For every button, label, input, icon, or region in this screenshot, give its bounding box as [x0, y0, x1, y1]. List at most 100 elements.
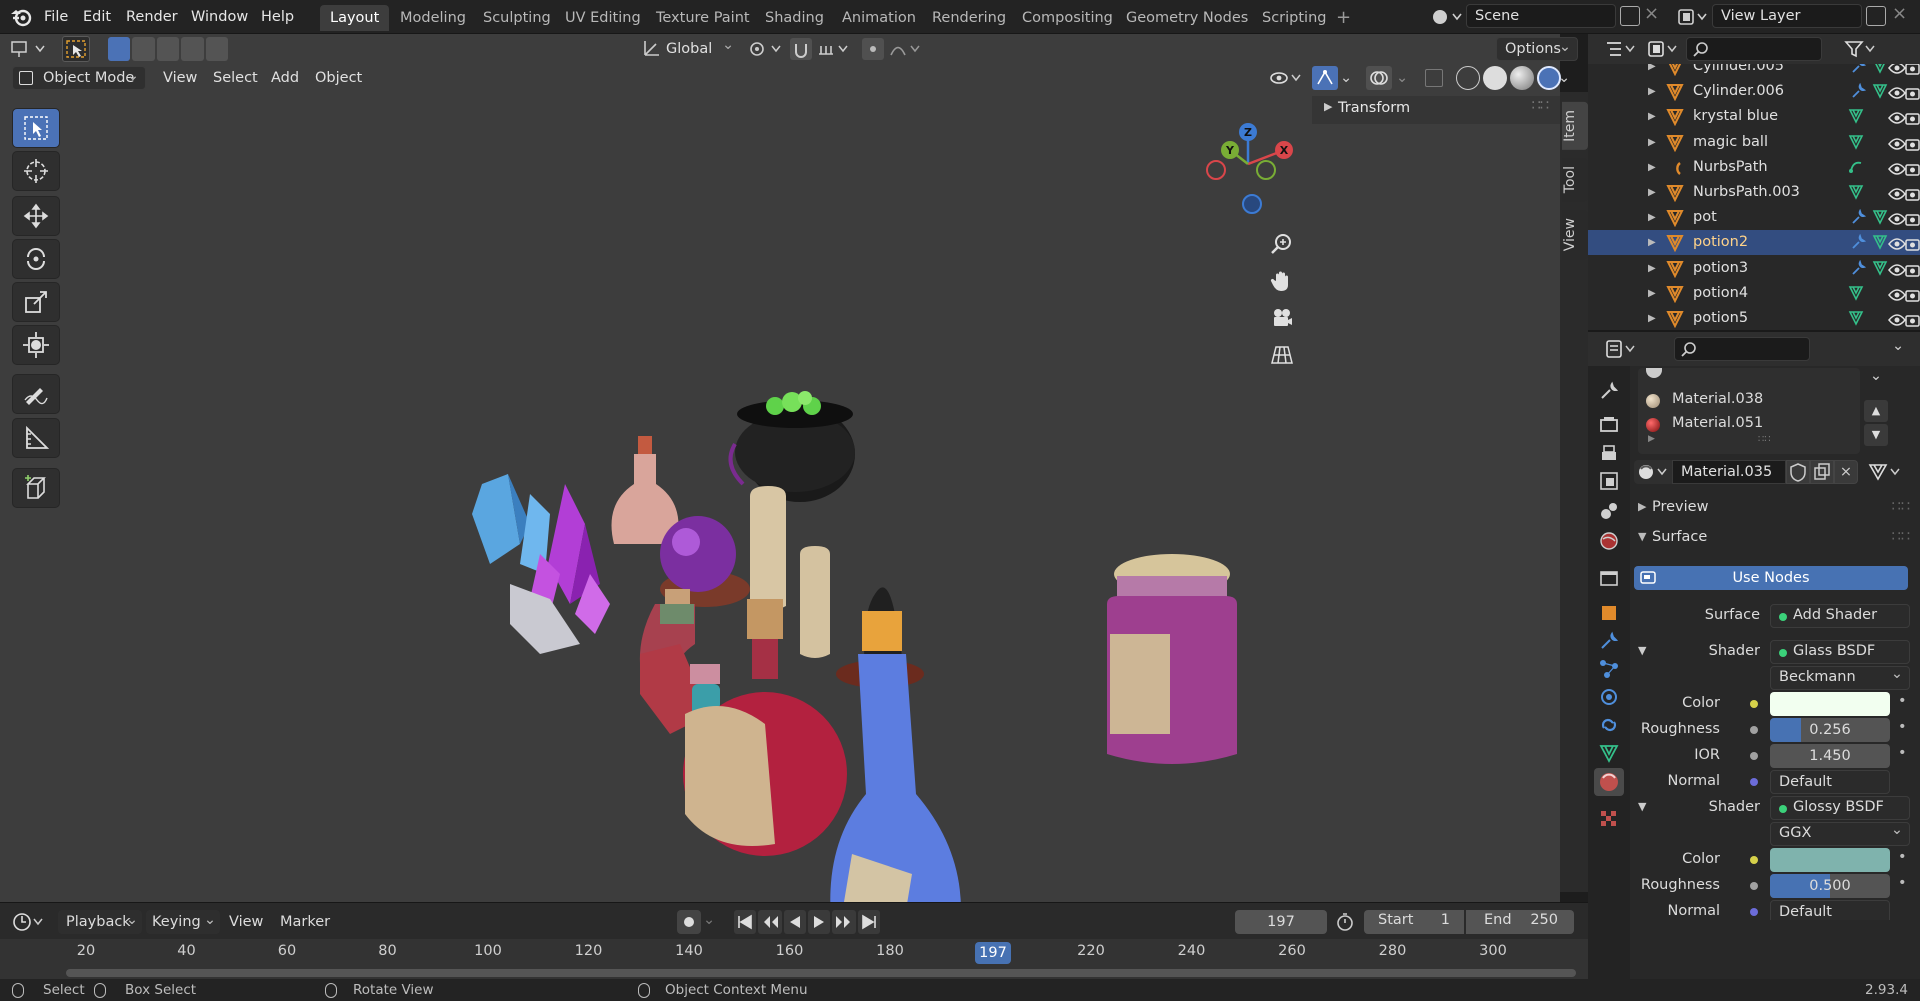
shading-chevron-icon[interactable]: ⌄ — [1558, 70, 1570, 86]
expand-arrow-icon[interactable]: ▶ — [1648, 281, 1656, 306]
surface-panel-header[interactable]: ▼ Surface ∷∷ — [1632, 526, 1920, 552]
keying-menu[interactable]: Keying ⌄ — [146, 910, 220, 934]
expand-arrow-icon[interactable]: ▶ — [1648, 230, 1656, 255]
mode-dropdown[interactable]: Object Mode ⌄ — [12, 66, 146, 90]
jump-to-start-icon[interactable] — [734, 910, 756, 934]
potion-neck-object[interactable] — [611, 436, 679, 544]
material-link-icon[interactable] — [1866, 460, 1904, 484]
properties-options-chevron-icon[interactable]: ⌄ — [1892, 338, 1904, 354]
outliner-row[interactable]: ▶ potion3 — [1588, 256, 1920, 281]
shader1-selector[interactable]: Glass BSDF — [1770, 640, 1910, 664]
scene-render[interactable] — [450, 374, 1300, 954]
menu-edit[interactable]: Edit — [75, 0, 119, 34]
move-slot-up-icon[interactable]: ▲ — [1864, 400, 1888, 422]
tab-geometry-nodes[interactable]: Geometry Nodes — [1116, 5, 1258, 31]
material-slot-2[interactable]: Material.051 — [1638, 412, 1860, 436]
color-socket-icon[interactable] — [1750, 700, 1758, 708]
value-socket-icon[interactable] — [1750, 882, 1758, 890]
invert-selection-icon[interactable] — [181, 37, 204, 61]
outliner-row[interactable]: ▶ pot — [1588, 205, 1920, 230]
perspective-toggle-icon[interactable] — [1264, 337, 1300, 373]
new-view-layer-icon[interactable] — [1866, 6, 1886, 26]
world-properties-icon[interactable] — [1598, 530, 1620, 552]
scene-name-field[interactable]: Scene — [1466, 4, 1616, 28]
fake-user-shield-icon[interactable] — [1786, 460, 1810, 484]
render-camera-icon[interactable] — [1904, 109, 1920, 126]
expand-arrow-icon[interactable]: ▶ — [1648, 64, 1656, 79]
mesh-data-icon[interactable] — [1848, 310, 1864, 326]
outliner-row[interactable]: ▶ magic ball — [1588, 130, 1920, 155]
vector-socket-icon[interactable] — [1750, 778, 1758, 786]
measure-tool[interactable] — [12, 418, 60, 458]
current-frame-field[interactable]: 197 — [1235, 910, 1327, 934]
browse-material-icon[interactable] — [1634, 460, 1672, 484]
render-camera-icon[interactable] — [1904, 235, 1920, 252]
tab-shading[interactable]: Shading — [755, 5, 834, 31]
jump-to-end-icon[interactable] — [858, 910, 880, 934]
outliner-editor-type-icon[interactable] — [1604, 38, 1640, 64]
tab-compositing[interactable]: Compositing — [1012, 5, 1123, 31]
expand-arrow-icon[interactable]: ▶ — [1648, 256, 1656, 281]
new-scene-icon[interactable] — [1620, 6, 1640, 26]
start-frame-field[interactable]: Start 1 — [1364, 910, 1464, 934]
mesh-data-icon[interactable] — [1848, 108, 1864, 125]
roughness2-slider[interactable]: 0.500 — [1770, 874, 1890, 898]
subtract-selection-icon[interactable] — [156, 37, 180, 61]
playback-menu[interactable]: Playback ⌄ — [58, 910, 142, 934]
filter-icon[interactable] — [1844, 38, 1880, 64]
properties-editor-type-icon[interactable] — [1604, 338, 1640, 364]
intersect-selection-icon[interactable] — [205, 37, 229, 61]
transform-panel-header[interactable]: ▶ Transform ∷∷ — [1312, 96, 1560, 124]
vector-socket-icon[interactable] — [1750, 908, 1758, 916]
object-properties-icon[interactable] — [1598, 602, 1620, 624]
camera-view-icon[interactable] — [1264, 300, 1300, 336]
auto-keying-chevron-icon[interactable]: ⌄ — [703, 912, 715, 928]
outliner-row[interactable]: ▶ krystal blue — [1588, 104, 1920, 129]
tool-properties-icon[interactable] — [1598, 380, 1620, 402]
wireframe-shading-icon[interactable] — [1456, 66, 1480, 90]
sidebar-tab-view[interactable]: View — [1562, 210, 1588, 260]
mesh-data-icon[interactable] — [1872, 260, 1888, 276]
purple-crystal-object[interactable] — [510, 484, 610, 654]
render-camera-icon[interactable] — [1904, 185, 1920, 201]
solid-shading-icon[interactable] — [1483, 66, 1507, 90]
material-preview-shading-icon[interactable] — [1510, 66, 1534, 90]
tab-scripting[interactable]: Scripting — [1252, 5, 1336, 31]
proportional-edit-icon[interactable] — [862, 38, 884, 60]
outliner-row[interactable]: ▶ NurbsPath — [1588, 155, 1920, 180]
color1-swatch[interactable] — [1770, 692, 1890, 716]
color2-keyframe-dot-icon[interactable]: • — [1898, 849, 1907, 865]
pivot-point-icon[interactable] — [746, 38, 786, 60]
menu-file[interactable]: File — [36, 0, 76, 34]
xray-toggle-icon[interactable] — [1425, 69, 1443, 87]
jar-object[interactable] — [1107, 554, 1237, 764]
editor-type-icon[interactable] — [10, 38, 50, 64]
roughness1-slider[interactable]: 0.256 — [1770, 718, 1890, 742]
select-box-tool[interactable] — [12, 108, 60, 148]
color-socket-icon[interactable] — [1750, 856, 1758, 864]
material-name-field[interactable]: Material.035 — [1672, 460, 1786, 484]
orientation-dropdown[interactable]: Global — [666, 37, 712, 61]
menu-window[interactable]: Window — [183, 0, 256, 34]
gizmo-toggle-icon[interactable] — [1312, 66, 1338, 90]
tab-sculpting[interactable]: Sculpting — [473, 5, 561, 31]
material-slot-1[interactable]: Material.038 — [1638, 388, 1860, 412]
preview-range-stopwatch-icon[interactable] — [1334, 911, 1358, 935]
value-socket-icon[interactable] — [1750, 752, 1758, 760]
outliner-row[interactable]: ▶ Cylinder.006 — [1588, 79, 1920, 104]
timeline-editor-type-icon[interactable] — [12, 911, 48, 937]
slot-specials-chevron-icon[interactable]: ⌄ — [1864, 368, 1888, 392]
render-camera-icon[interactable] — [1904, 311, 1920, 327]
surface-shader-selector[interactable]: Add Shader — [1770, 604, 1910, 628]
unlink-material-icon[interactable]: × — [1834, 460, 1858, 484]
shader1-collapse-icon[interactable]: ▼ — [1638, 644, 1646, 657]
move-tool[interactable] — [12, 196, 60, 236]
distribution2-dropdown[interactable]: GGX ⌄ — [1770, 822, 1910, 846]
snap-toggle-icon[interactable] — [790, 38, 812, 60]
proportional-falloff-icon[interactable] — [888, 38, 924, 60]
timeline-ruler[interactable]: 2040608010012014016018020022024026028030… — [0, 939, 1588, 979]
modifier-wrench-icon[interactable] — [1850, 82, 1867, 99]
gizmo-chevron-icon[interactable]: ⌄ — [1340, 70, 1352, 86]
auto-keying-toggle-icon[interactable] — [677, 910, 701, 934]
sidebar-tab-item[interactable]: Item — [1562, 102, 1588, 150]
